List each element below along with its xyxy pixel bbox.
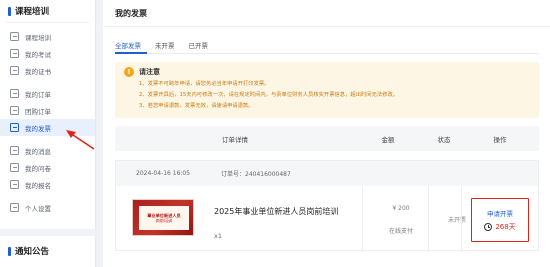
course-name[interactable]: 2025年事业单位新进人员岗前培训 [214, 206, 338, 217]
alert-line: 2、发票开具后，15天内可修改一次，请在规定时间内，与责单位财务人员核实开票信息… [139, 92, 399, 98]
payment-method: 在线支付 [388, 228, 413, 235]
action-highlight-box: 申请开票 268天 [471, 198, 529, 242]
sidebar-item-surveys[interactable]: 我的问卷 [0, 159, 95, 176]
column-divider [428, 186, 429, 252]
sidebar-item-invoices[interactable]: 我的发票 [0, 119, 95, 136]
column-divider [362, 186, 363, 252]
message-icon [10, 146, 19, 155]
sidebar-item-label: 我的报名 [25, 181, 51, 190]
warning-icon: ! [124, 67, 134, 77]
notice-title: 通知公告 [15, 247, 50, 257]
sidebar-section-label: 课程培训 [15, 7, 50, 17]
tab-invoiced[interactable]: 已开票 [189, 40, 209, 54]
exam-icon [10, 49, 19, 58]
signup-icon [10, 180, 19, 189]
survey-icon [10, 163, 19, 172]
course-thumbnail[interactable]: 事业单位新进人员 岗前培训 [132, 199, 194, 236]
sidebar-item-label: 个人设置 [25, 204, 51, 213]
order-card: 2024-04-16 16:05 订单号：240416000487 事业单位新进… [115, 160, 539, 252]
sidebar-item-courses[interactable]: 课程培训 [0, 28, 95, 45]
section-marker [8, 6, 11, 16]
order-date: 2024-04-16 16:05 [136, 170, 191, 177]
notice-panel: 通知公告 [0, 236, 96, 267]
book-icon [10, 32, 19, 41]
order-header: 2024-04-16 16:05 订单号：240416000487 [116, 161, 538, 186]
remaining-days-value: 268天 [495, 223, 516, 231]
order-icon [10, 89, 19, 98]
sidebar-item-label: 我的证书 [25, 67, 51, 76]
order-number: 订单号：240416000487 [221, 171, 291, 178]
sidebar-item-label: 团购订单 [25, 107, 51, 116]
sidebar-item-settings[interactable]: 个人设置 [0, 199, 95, 216]
notice-section-title: 通知公告 [0, 236, 95, 266]
sidebar-item-label: 我的考试 [25, 50, 51, 59]
sidebar-item-label: 我的发票 [25, 124, 51, 133]
header-status: 状态 [437, 135, 451, 144]
thumbnail-paper: 事业单位新进人员 岗前培训 [139, 206, 189, 230]
header-order-detail: 订单详情 [222, 135, 248, 144]
thumbnail-subtitle: 岗前培训 [155, 218, 173, 223]
table-header: 订单详情 金额 状态 操作 [115, 126, 539, 151]
sidebar-item-label: 课程培训 [25, 33, 51, 42]
alert-line: 3、若您申请退款，发票无效，请速请申请退款。 [139, 103, 254, 109]
header-action: 操作 [493, 135, 507, 144]
order-amount: ¥ 200 [392, 205, 410, 212]
sidebar-item-messages[interactable]: 我的消息 [0, 142, 95, 159]
sidebar-item-exams[interactable]: 我的考试 [0, 45, 95, 62]
sidebar-item-label: 我的消息 [25, 147, 51, 156]
alert-line: 1、发票不可跨年申请，请您务必当年申请开打印发票。 [139, 81, 270, 87]
certificate-icon [10, 66, 19, 75]
sidebar-item-certificates[interactable]: 我的证书 [0, 62, 95, 79]
group-order-icon [10, 106, 19, 115]
order-body: 事业单位新进人员 岗前培训 2025年事业单位新进人员岗前培训 x1 ¥ 200… [116, 186, 538, 252]
sidebar-section-title: 课程培训 [0, 0, 95, 22]
course-quantity: x1 [214, 232, 222, 240]
header-amount: 金额 [381, 135, 395, 144]
sidebar-item-signups[interactable]: 我的报名 [0, 176, 95, 193]
sidebar-list: 课程培训 我的考试 我的证书 我的订单 团购订单 我的发票 我的消息 我的问卷 … [0, 23, 95, 216]
active-tab-indicator [115, 52, 147, 54]
apply-invoice-link[interactable]: 申请开票 [472, 208, 528, 218]
sidebar-item-group-orders[interactable]: 团购订单 [0, 102, 95, 119]
tab-divider [115, 53, 539, 54]
sidebar-item-orders[interactable]: 我的订单 [0, 85, 95, 102]
page-title: 我的发票 [103, 0, 550, 27]
settings-icon [10, 203, 19, 212]
clock-icon [484, 223, 493, 231]
sidebar-item-label: 我的问卷 [25, 164, 51, 173]
alert-title: 请注意 [139, 68, 160, 76]
section-marker [8, 246, 11, 256]
tab-not-invoiced[interactable]: 未开票 [155, 40, 175, 54]
sidebar: 课程培训 课程培训 我的考试 我的证书 我的订单 团购订单 我的发票 我的消息 … [0, 0, 96, 229]
invoice-icon [10, 123, 19, 132]
sidebar-item-label: 我的订单 [25, 90, 51, 99]
notice-alert: ! 请注意 1、发票不可跨年申请，请您务必当年申请开打印发票。 2、发票开具后，… [115, 62, 539, 118]
remaining-days: 268天 [472, 222, 528, 232]
column-divider [461, 186, 462, 252]
main-panel: 我的发票 全部发票 未开票 已开票 ! 请注意 1、发票不可跨年申请，请您务必当… [103, 0, 550, 267]
